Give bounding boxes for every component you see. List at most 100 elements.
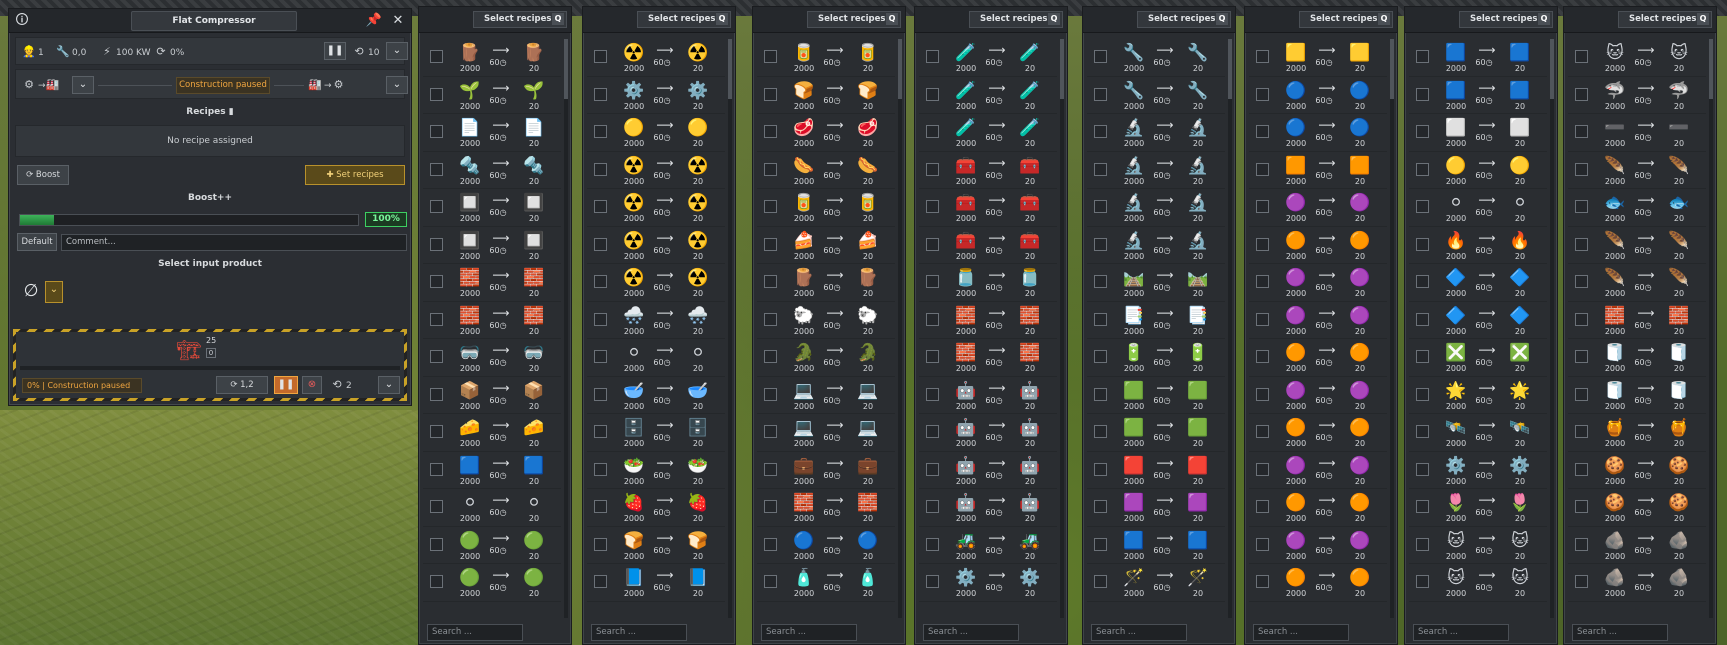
- recipe-row[interactable]: ⚙️ 2000 ⟶ 60◷ ⚙️ 20: [1409, 452, 1547, 489]
- recipe-checkbox[interactable]: [430, 350, 443, 363]
- recipe-checkbox[interactable]: [764, 425, 777, 438]
- recipe-checkbox[interactable]: [1575, 87, 1588, 101]
- recipe-checkbox[interactable]: [594, 425, 607, 438]
- recipe-row[interactable]: 🥽 2000 ⟶ 60◷ 🥽 20: [423, 339, 561, 377]
- input-flow-dropdown[interactable]: ⌄: [72, 76, 94, 94]
- construction-priority-dropdown[interactable]: ⌄: [378, 376, 400, 394]
- recipe-checkbox[interactable]: [1256, 312, 1269, 326]
- recipe-checkbox[interactable]: [594, 237, 607, 251]
- recipe-row[interactable]: 🟦 2000 ⟶ 60◷ 🟦 20: [1409, 77, 1547, 114]
- output-flow-dropdown[interactable]: ⌄: [386, 76, 408, 94]
- recipe-row[interactable]: 🟠 2000 ⟶ 60◷ 🟠 20: [1249, 227, 1387, 264]
- recipe-checkbox[interactable]: [1094, 500, 1107, 513]
- recipe-checkbox[interactable]: [926, 50, 939, 63]
- recipe-checkbox[interactable]: [764, 537, 777, 551]
- select-recipes-button[interactable]: Select recipes Q: [1618, 11, 1712, 28]
- scrollbar[interactable]: [1390, 39, 1394, 618]
- recipe-checkbox[interactable]: [1256, 537, 1269, 551]
- recipe-row[interactable]: 💻 2000 ⟶ 60◷ 💻 20: [757, 377, 895, 414]
- recipe-checkbox[interactable]: [1575, 462, 1588, 476]
- recipe-row[interactable]: 🟣 2000 ⟶ 60◷ 🟣 20: [1249, 452, 1387, 489]
- recipe-row[interactable]: 🧀 2000 ⟶ 60◷ 🧀 20: [423, 414, 561, 452]
- recipe-row[interactable]: 🟠 2000 ⟶ 60◷ 🟠 20: [1249, 339, 1387, 377]
- recipe-row[interactable]: 🟧 2000 ⟶ 60◷ 🟧 20: [1249, 152, 1387, 189]
- recipe-checkbox[interactable]: [594, 500, 607, 513]
- recipe-checkbox[interactable]: [764, 462, 777, 476]
- recipe-checkbox[interactable]: [1416, 575, 1429, 588]
- recipe-checkbox[interactable]: [1416, 125, 1429, 138]
- recipe-checkbox[interactable]: [1256, 237, 1269, 251]
- recipe-row[interactable]: 🧪 2000 ⟶ 60◷ 🧪 20: [919, 114, 1057, 152]
- recipe-row[interactable]: 🌱 2000 ⟶ 60◷ 🌱 20: [423, 77, 561, 114]
- recipe-row[interactable]: 🪶 2000 ⟶ 60◷ 🪶 20: [1568, 264, 1706, 302]
- recipe-row[interactable]: 🔵 2000 ⟶ 60◷ 🔵 20: [1249, 77, 1387, 114]
- recipe-row[interactable]: 🧻 2000 ⟶ 60◷ 🧻 20: [1568, 377, 1706, 414]
- scrollbar[interactable]: [1060, 39, 1064, 618]
- priority-stat[interactable]: ⟲ 10: [352, 44, 379, 60]
- recipe-row[interactable]: 📑 2000 ⟶ 60◷ 📑 20: [1087, 302, 1225, 339]
- recipe-row[interactable]: ➖ 2000 ⟶ 60◷ ➖ 20: [1568, 114, 1706, 152]
- recipe-checkbox[interactable]: [764, 387, 777, 401]
- recipe-row[interactable]: 🔧 2000 ⟶ 60◷ 🔧 20: [1087, 77, 1225, 114]
- recipe-checkbox[interactable]: [430, 162, 443, 176]
- recipe-row[interactable]: 🔲 2000 ⟶ 60◷ 🔲 20: [423, 189, 561, 227]
- recipe-checkbox[interactable]: [1256, 162, 1269, 176]
- scrollbar-thumb[interactable]: [1550, 39, 1554, 99]
- recipe-row[interactable]: 🪶 2000 ⟶ 60◷ 🪶 20: [1568, 152, 1706, 189]
- recipe-row[interactable]: 🍞 2000 ⟶ 60◷ 🍞 20: [757, 77, 895, 114]
- recipe-checkbox[interactable]: [594, 387, 607, 401]
- recipe-row[interactable]: 🌨️ 2000 ⟶ 60◷ 🌨️ 20: [587, 302, 725, 339]
- recipe-checkbox[interactable]: [1094, 50, 1107, 63]
- recipe-checkbox[interactable]: [594, 350, 607, 363]
- recipe-row[interactable]: 🧰 2000 ⟶ 60◷ 🧰 20: [919, 189, 1057, 227]
- recipe-checkbox[interactable]: [926, 500, 939, 513]
- recipe-row[interactable]: 🛤️ 2000 ⟶ 60◷ 🛤️ 20: [1087, 264, 1225, 302]
- recipe-row[interactable]: 🟠 2000 ⟶ 60◷ 🟠 20: [1249, 564, 1387, 602]
- recipe-row[interactable]: 🟣 2000 ⟶ 60◷ 🟣 20: [1249, 264, 1387, 302]
- recipe-row[interactable]: ☢️ 2000 ⟶ 60◷ ☢️ 20: [587, 227, 725, 264]
- recipe-row[interactable]: 🔬 2000 ⟶ 60◷ 🔬 20: [1087, 114, 1225, 152]
- recipe-row[interactable]: 🔵 2000 ⟶ 60◷ 🔵 20: [1249, 114, 1387, 152]
- recipe-checkbox[interactable]: [1575, 275, 1588, 288]
- recipe-row[interactable]: 🧱 2000 ⟶ 60◷ 🧱 20: [423, 264, 561, 302]
- recipe-checkbox[interactable]: [1094, 425, 1107, 438]
- recipe-checkbox[interactable]: [926, 162, 939, 176]
- recipe-checkbox[interactable]: [926, 87, 939, 101]
- recipe-row[interactable]: 🥣 2000 ⟶ 60◷ 🥣 20: [587, 377, 725, 414]
- search-input[interactable]: Search ...: [1572, 624, 1668, 641]
- recipe-checkbox[interactable]: [926, 575, 939, 588]
- recipe-row[interactable]: 🧻 2000 ⟶ 60◷ 🧻 20: [1568, 339, 1706, 377]
- recipe-checkbox[interactable]: [430, 575, 443, 588]
- recipe-row[interactable]: 🐱 2000 ⟶ 60◷ 🐱 20: [1409, 564, 1547, 602]
- select-recipes-button[interactable]: Select recipes Q: [1137, 11, 1231, 28]
- recipe-checkbox[interactable]: [1256, 462, 1269, 476]
- recipe-checkbox[interactable]: [594, 537, 607, 551]
- recipe-row[interactable]: 🤖 2000 ⟶ 60◷ 🤖 20: [919, 377, 1057, 414]
- scrollbar-thumb[interactable]: [1709, 39, 1713, 99]
- set-recipes-button[interactable]: ✚ Set recipes: [305, 165, 405, 185]
- recipe-checkbox[interactable]: [594, 125, 607, 138]
- recipe-checkbox[interactable]: [1416, 162, 1429, 176]
- recipe-row[interactable]: 🟪 2000 ⟶ 60◷ 🟪 20: [1087, 489, 1225, 527]
- construction-pause-button[interactable]: ❚❚: [274, 376, 298, 394]
- recipe-row[interactable]: 🟠 2000 ⟶ 60◷ 🟠 20: [1249, 489, 1387, 527]
- recipe-row[interactable]: 🍓 2000 ⟶ 60◷ 🍓 20: [587, 489, 725, 527]
- recipe-row[interactable]: 📦 2000 ⟶ 60◷ 📦 20: [423, 377, 561, 414]
- scrollbar[interactable]: [1228, 39, 1232, 618]
- recipe-checkbox[interactable]: [1575, 575, 1588, 588]
- recipe-row[interactable]: 🟣 2000 ⟶ 60◷ 🟣 20: [1249, 377, 1387, 414]
- default-button[interactable]: Default: [17, 233, 57, 251]
- recipe-row[interactable]: 🟡 2000 ⟶ 60◷ 🟡 20: [587, 114, 725, 152]
- recipe-checkbox[interactable]: [764, 162, 777, 176]
- pin-icon[interactable]: 📌: [365, 12, 383, 30]
- select-recipes-button[interactable]: Select recipes Q: [637, 11, 731, 28]
- recipe-row[interactable]: ⬜ 2000 ⟶ 60◷ ⬜ 20: [1409, 114, 1547, 152]
- recipe-checkbox[interactable]: [926, 350, 939, 363]
- recipe-checkbox[interactable]: [430, 462, 443, 476]
- recipe-row[interactable]: 🔷 2000 ⟶ 60◷ 🔷 20: [1409, 302, 1547, 339]
- recipe-checkbox[interactable]: [926, 200, 939, 213]
- recipe-checkbox[interactable]: [430, 125, 443, 138]
- recipe-checkbox[interactable]: [430, 500, 443, 513]
- search-input[interactable]: Search ...: [427, 624, 523, 641]
- boost-slider[interactable]: [19, 214, 359, 226]
